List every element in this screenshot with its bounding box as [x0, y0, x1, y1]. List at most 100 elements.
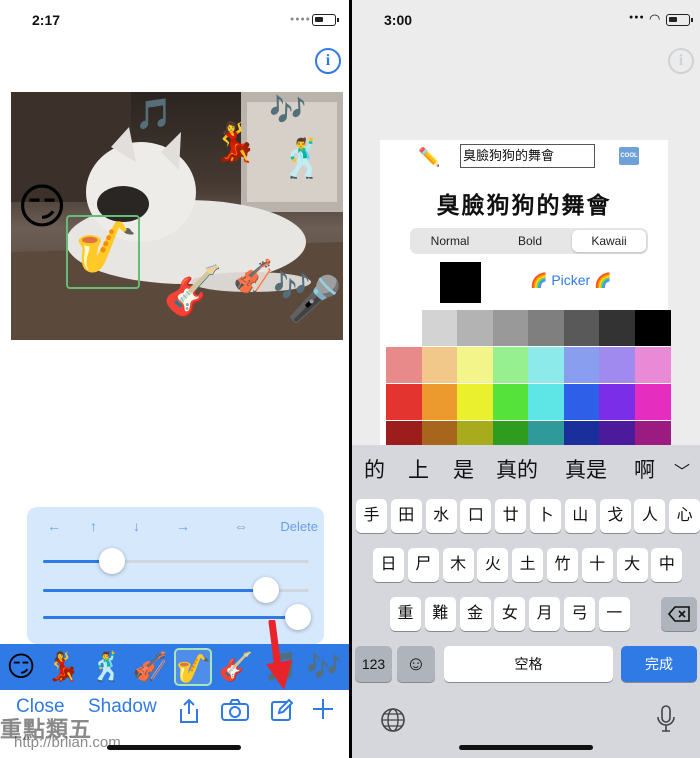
candidate-word[interactable]: 上: [408, 454, 429, 484]
palette-color-cell[interactable]: [599, 384, 635, 420]
candidate-word[interactable]: 真是: [565, 454, 607, 484]
palette-color-cell[interactable]: [634, 310, 671, 346]
candidate-word[interactable]: 真的: [496, 454, 538, 484]
space-key[interactable]: 空格: [444, 646, 613, 682]
key-2-4[interactable]: 月: [529, 597, 561, 631]
palette-color-cell[interactable]: [492, 347, 529, 383]
candidate-word[interactable]: 的: [364, 454, 385, 484]
palette-color-cell[interactable]: [528, 384, 564, 420]
microphone-icon[interactable]: [656, 704, 676, 739]
key-0-6[interactable]: 山: [564, 499, 596, 533]
palette-color-cell[interactable]: [563, 384, 600, 420]
flip-horizontal-button[interactable]: ⇔: [234, 518, 248, 534]
key-0-2[interactable]: 水: [425, 499, 457, 533]
photo-canvas[interactable]: 😏 🎵 💃 🎶 🕺 🎷 🎸 🎻 🎶 🎤: [11, 92, 343, 340]
key-1-2[interactable]: 木: [442, 548, 474, 582]
dancer-woman-sticker[interactable]: 💃: [211, 124, 258, 162]
palette-color-cell[interactable]: [599, 310, 635, 346]
done-key[interactable]: 完成: [621, 646, 697, 682]
current-color-swatch[interactable]: [440, 262, 481, 303]
musical-notes-sticker[interactable]: 🎶: [269, 96, 306, 126]
key-2-1[interactable]: 難: [424, 597, 456, 631]
opacity-slider[interactable]: [43, 604, 312, 630]
palette-color-cell[interactable]: [386, 310, 422, 346]
palette-color-cell[interactable]: [421, 347, 458, 383]
globe-icon[interactable]: [380, 707, 406, 738]
tray-sticker-violin[interactable]: 🎻: [131, 648, 169, 686]
tray-sticker-guitar[interactable]: 🎸: [217, 648, 255, 686]
saxophone-sticker[interactable]: 🎷: [75, 222, 137, 272]
dancer-man-sticker[interactable]: 🕺: [279, 140, 326, 178]
palette-color-cell[interactable]: [457, 310, 493, 346]
palette-color-cell[interactable]: [457, 384, 493, 420]
palette-color-cell[interactable]: [386, 384, 422, 420]
segment-kawaii[interactable]: Kawaii: [572, 230, 646, 252]
palette-color-cell[interactable]: [421, 310, 458, 346]
guitar-sticker[interactable]: 🎸: [163, 268, 223, 316]
numbers-key[interactable]: 123: [355, 646, 392, 682]
move-left-button[interactable]: ←: [47, 518, 61, 534]
expand-candidates-icon[interactable]: ﹀: [674, 458, 690, 482]
key-0-3[interactable]: 口: [460, 499, 492, 533]
palette-color-cell[interactable]: [528, 347, 564, 383]
palette-color-cell[interactable]: [634, 384, 671, 420]
key-1-3[interactable]: 火: [477, 548, 509, 582]
key-0-1[interactable]: 田: [390, 499, 422, 533]
sticker-text-field[interactable]: 臭臉狗狗的舞會: [460, 144, 595, 168]
color-picker-button[interactable]: 🌈 Picker 🌈: [530, 272, 612, 289]
key-0-9[interactable]: 心: [669, 499, 700, 533]
key-0-5[interactable]: 卜: [530, 499, 561, 533]
tray-sticker-dancer-man[interactable]: 🕺: [88, 648, 126, 686]
palette-color-cell[interactable]: [599, 347, 635, 383]
tray-sticker-notes[interactable]: 🎶: [305, 648, 343, 686]
key-1-1[interactable]: 尸: [407, 548, 439, 582]
segment-normal[interactable]: Normal: [412, 230, 488, 252]
tray-sticker-saxophone[interactable]: 🎷: [174, 648, 212, 686]
key-0-4[interactable]: 廿: [495, 499, 527, 533]
key-0-0[interactable]: 手: [356, 499, 387, 533]
segment-bold[interactable]: Bold: [490, 230, 570, 252]
smirking-face-sticker[interactable]: 😏: [17, 184, 67, 232]
info-button[interactable]: i: [315, 48, 341, 74]
key-1-5[interactable]: 竹: [547, 548, 578, 582]
palette-color-cell[interactable]: [421, 384, 458, 420]
palette-color-cell[interactable]: [386, 347, 422, 383]
palette-color-cell[interactable]: [563, 310, 600, 346]
key-0-7[interactable]: 戈: [599, 499, 631, 533]
camera-icon[interactable]: [220, 698, 250, 727]
key-1-0[interactable]: 日: [373, 548, 404, 582]
key-1-6[interactable]: 十: [581, 548, 613, 582]
key-1-4[interactable]: 土: [512, 548, 544, 582]
key-1-8[interactable]: 中: [651, 548, 683, 582]
palette-color-cell[interactable]: [457, 347, 493, 383]
size-slider-knob[interactable]: [99, 548, 126, 574]
cool-sticker-button[interactable]: COOL: [619, 147, 639, 165]
musical-note-sticker[interactable]: 🎵: [135, 100, 172, 130]
key-1-7[interactable]: 大: [616, 548, 648, 582]
key-2-2[interactable]: 金: [459, 597, 491, 631]
palette-color-cell[interactable]: [634, 347, 671, 383]
tray-sticker-dancer-woman[interactable]: 💃: [44, 648, 82, 686]
shadow-button[interactable]: Shadow: [88, 696, 157, 718]
key-2-0[interactable]: 重: [390, 597, 421, 631]
key-0-8[interactable]: 人: [634, 499, 666, 533]
emoji-key[interactable]: ☺: [397, 646, 435, 682]
candidate-word[interactable]: 是: [453, 454, 474, 484]
size-slider[interactable]: [43, 548, 309, 574]
backspace-key[interactable]: [661, 597, 697, 631]
move-right-button[interactable]: →: [176, 518, 190, 534]
add-icon[interactable]: [312, 698, 334, 725]
candidate-word[interactable]: 啊: [634, 454, 655, 484]
move-up-button[interactable]: ↑: [90, 518, 97, 534]
palette-color-cell[interactable]: [563, 347, 600, 383]
violin-sticker[interactable]: 🎻: [233, 260, 273, 292]
palette-color-cell[interactable]: [492, 310, 529, 346]
delete-button[interactable]: Delete: [280, 519, 318, 534]
rotation-slider[interactable]: [43, 577, 309, 603]
pencil-icon[interactable]: ✏️: [418, 147, 440, 168]
key-2-5[interactable]: 弓: [564, 597, 595, 631]
share-icon[interactable]: [177, 698, 201, 729]
edit-text-icon[interactable]: [270, 698, 294, 727]
rotation-slider-knob[interactable]: [253, 577, 280, 603]
palette-color-cell[interactable]: [492, 384, 529, 420]
